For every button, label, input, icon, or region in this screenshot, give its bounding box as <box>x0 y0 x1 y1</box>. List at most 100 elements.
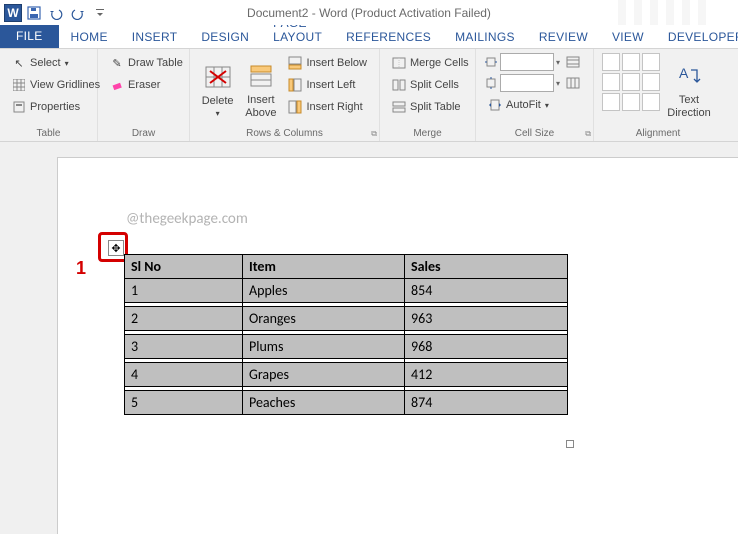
row-height-input[interactable] <box>500 53 554 71</box>
col-width-icon <box>484 76 498 90</box>
table-row[interactable]: 3Plums968 <box>125 335 568 359</box>
insert-left-icon <box>288 78 302 92</box>
group-merge-label: Merge <box>388 126 467 139</box>
table-cell[interactable]: 2 <box>125 307 243 331</box>
table-cell[interactable]: Oranges <box>243 307 405 331</box>
text-direction-button[interactable]: A Text Direction <box>664 53 714 126</box>
ribbon: ↖Select▾ View Gridlines Properties Table… <box>0 49 738 142</box>
autofit-icon <box>488 98 502 112</box>
header-item[interactable]: Item <box>243 255 405 279</box>
eraser-icon <box>110 78 124 92</box>
table-cell[interactable]: 854 <box>405 279 568 303</box>
table-row[interactable]: 1Apples854 <box>125 279 568 303</box>
table-cell[interactable]: Peaches <box>243 391 405 415</box>
group-cell-size-label: Cell Size <box>515 128 554 139</box>
distribute-cols-icon[interactable] <box>566 76 580 90</box>
align-top-left[interactable] <box>602 53 620 71</box>
table-cell[interactable]: 5 <box>125 391 243 415</box>
group-table-label: Table <box>8 126 89 139</box>
delete-button[interactable]: Delete ▾ <box>198 53 237 126</box>
insert-below-icon <box>288 56 302 70</box>
align-middle-center[interactable] <box>622 73 640 91</box>
cell-size-launcher[interactable]: ⧉ <box>585 129 591 139</box>
tab-insert[interactable]: INSERT <box>120 26 190 48</box>
table-row[interactable]: 4Grapes412 <box>125 363 568 387</box>
select-button[interactable]: ↖Select▾ <box>8 53 104 73</box>
autofit-button[interactable]: AutoFit▾ <box>484 95 580 115</box>
header-sales[interactable]: Sales <box>405 255 568 279</box>
delete-label: Delete <box>202 95 234 107</box>
tab-developer[interactable]: DEVELOPER <box>656 26 738 48</box>
view-gridlines-button[interactable]: View Gridlines <box>8 75 104 95</box>
table-cell[interactable]: 963 <box>405 307 568 331</box>
table-cell[interactable]: 968 <box>405 335 568 359</box>
undo-button[interactable] <box>46 3 66 23</box>
align-top-center[interactable] <box>622 53 640 71</box>
tab-references[interactable]: REFERENCES <box>334 26 443 48</box>
eraser-button[interactable]: Eraser <box>106 75 187 95</box>
group-rows-cols-label: Rows & Columns <box>246 128 323 139</box>
page[interactable]: @thegeekpage.com 1 ✥ Sl No Item Sales 1A… <box>58 158 738 534</box>
table-cell[interactable]: Apples <box>243 279 405 303</box>
table-row[interactable]: 5Peaches874 <box>125 391 568 415</box>
properties-button[interactable]: Properties <box>8 97 104 117</box>
chevron-down-icon[interactable]: ▾ <box>556 79 560 88</box>
table-cell[interactable]: Grapes <box>243 363 405 387</box>
chevron-down-icon[interactable]: ▾ <box>556 58 560 67</box>
draw-table-button[interactable]: ✎Draw Table <box>106 53 187 73</box>
ribbon-tabs: FILE HOME INSERT DESIGN PAGE LAYOUT REFE… <box>0 25 738 49</box>
split-cells-button[interactable]: Split Cells <box>388 75 473 95</box>
title-bar: W Document2 - Word (Product Activation F… <box>0 0 738 25</box>
tab-home[interactable]: HOME <box>59 26 120 48</box>
data-table[interactable]: Sl No Item Sales 1Apples8542Oranges9633P… <box>124 254 568 415</box>
insert-left-button[interactable]: Insert Left <box>284 75 371 95</box>
row-height-icon <box>484 55 498 69</box>
col-width-input[interactable] <box>500 74 554 92</box>
insert-above-icon <box>245 60 277 92</box>
split-cells-icon <box>392 78 406 92</box>
tab-review[interactable]: REVIEW <box>527 26 600 48</box>
align-bottom-left[interactable] <box>602 93 620 111</box>
table-cell[interactable]: Plums <box>243 335 405 359</box>
insert-right-label: Insert Right <box>306 101 362 113</box>
text-direction-icon: A <box>673 60 705 92</box>
rows-cols-launcher[interactable]: ⧉ <box>371 129 377 139</box>
tab-design[interactable]: DESIGN <box>189 26 261 48</box>
align-middle-right[interactable] <box>642 73 660 91</box>
distribute-rows-icon[interactable] <box>566 55 580 69</box>
tab-file[interactable]: FILE <box>0 24 59 48</box>
table-cell[interactable]: 3 <box>125 335 243 359</box>
group-draw-label: Draw <box>106 126 181 139</box>
chevron-down-icon: ▾ <box>216 109 220 118</box>
group-table: ↖Select▾ View Gridlines Properties Table <box>0 49 98 141</box>
insert-right-button[interactable]: Insert Right <box>284 97 371 117</box>
save-button[interactable] <box>24 3 44 23</box>
tab-view[interactable]: VIEW <box>600 26 656 48</box>
table-move-handle[interactable]: ✥ <box>108 240 124 256</box>
merge-cells-button[interactable]: Merge Cells <box>388 53 473 73</box>
align-middle-left[interactable] <box>602 73 620 91</box>
insert-below-button[interactable]: Insert Below <box>284 53 371 73</box>
properties-icon <box>12 100 26 114</box>
redo-button[interactable] <box>68 3 88 23</box>
align-bottom-center[interactable] <box>622 93 640 111</box>
header-slno[interactable]: Sl No <box>125 255 243 279</box>
align-bottom-right[interactable] <box>642 93 660 111</box>
split-table-button[interactable]: Split Table <box>388 97 473 117</box>
table-cell[interactable]: 412 <box>405 363 568 387</box>
table-cell[interactable]: 1 <box>125 279 243 303</box>
table-row[interactable]: 2Oranges963 <box>125 307 568 331</box>
insert-below-label: Insert Below <box>306 57 367 69</box>
table-cell[interactable]: 4 <box>125 363 243 387</box>
delete-icon <box>202 61 234 93</box>
table-cell[interactable]: 874 <box>405 391 568 415</box>
align-top-right[interactable] <box>642 53 660 71</box>
insert-above-button[interactable]: Insert Above <box>241 53 280 126</box>
tab-mailings[interactable]: MAILINGS <box>443 26 527 48</box>
table-resize-handle[interactable] <box>566 440 574 448</box>
text-direction-label: Text Direction <box>666 94 712 118</box>
qat-customize-button[interactable] <box>90 3 110 23</box>
alignment-grid <box>602 53 660 126</box>
annotation-number: 1 <box>76 258 86 279</box>
gridlines-label: View Gridlines <box>30 79 100 91</box>
